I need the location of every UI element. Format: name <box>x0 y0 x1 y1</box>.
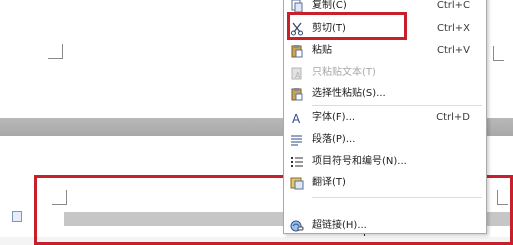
menu-item-paste-text-only[interactable]: A 只粘贴文本(T) <box>284 62 486 84</box>
annotation-highlight-box <box>287 12 407 40</box>
svg-text:A: A <box>295 71 301 80</box>
menu-item-font[interactable]: A 字体(F)... Ctrl+D <box>284 107 486 129</box>
menu-item-paste-special[interactable]: 选择性粘贴(S)... <box>284 83 486 105</box>
menu-item-translate[interactable]: 翻译(T) <box>284 172 486 194</box>
menu-item-paragraph[interactable]: 段落(P)... <box>284 129 486 151</box>
paragraph-icon <box>290 133 304 147</box>
svg-text:A: A <box>292 112 301 125</box>
margin-corner-mark <box>493 46 504 61</box>
document-margin-icon <box>12 211 22 222</box>
bullet-list-icon <box>290 155 304 169</box>
paste-special-icon <box>290 87 304 101</box>
margin-corner-mark <box>48 44 63 59</box>
hyperlink-icon <box>290 219 304 233</box>
menu-separator <box>312 105 482 106</box>
paste-icon <box>290 44 304 58</box>
menu-item-paste[interactable]: 粘贴 Ctrl+V <box>284 40 486 62</box>
translate-icon <box>290 176 304 190</box>
menu-item-bullets-numbering[interactable]: 项目符号和编号(N)... <box>284 151 486 173</box>
menu-separator <box>312 197 482 198</box>
font-icon: A <box>290 111 304 126</box>
paste-text-icon: A <box>290 66 304 80</box>
menu-item-hyperlink[interactable]: 超链接(H)... <box>284 215 486 237</box>
